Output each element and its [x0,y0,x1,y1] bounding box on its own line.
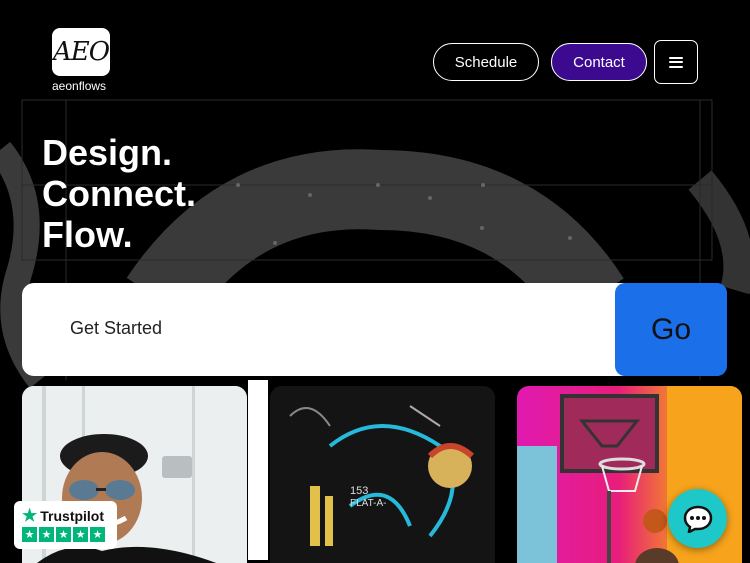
hero-line-3: Flow. [42,214,133,255]
svg-text:FLAT-A-: FLAT-A- [350,498,386,509]
card-graffiti[interactable]: 153 FLAT-A- [270,386,495,563]
rating-star-icon: ★ [22,527,37,542]
logo-mark-text: AEO [52,37,110,67]
get-started-bar[interactable]: Get Started Go [22,283,727,376]
hero-line-1: Design. [42,132,173,173]
hero-headline: Design. Connect. Flow. [42,132,196,255]
graffiti-photo: 153 FLAT-A- [270,386,495,563]
logo-mark: AEO [52,28,110,76]
rating-star-icon: ★ [56,527,71,542]
rating-star-icon: ★ [39,527,54,542]
chat-bubble-icon [683,505,712,533]
brand-logo[interactable]: AEO aeonflows [52,28,112,93]
go-button[interactable]: Go [615,283,727,376]
trustpilot-badge[interactable]: ★ Trustpilot ★ ★ ★ ★ ★ [14,501,117,549]
contact-button[interactable]: Contact [551,43,647,81]
hamburger-menu-icon [669,56,683,68]
rating-star-icon: ★ [73,527,88,542]
svg-text:153: 153 [350,485,368,497]
trustpilot-rating-stars: ★ ★ ★ ★ ★ [22,527,109,542]
hero-line-2: Connect. [42,173,197,214]
chat-button[interactable] [668,489,727,548]
trustpilot-star-icon: ★ [22,506,38,525]
rating-star-icon: ★ [90,527,105,542]
brand-name: aeonflows [52,79,107,93]
get-started-label: Get Started [70,318,163,338]
menu-button[interactable] [654,40,698,84]
schedule-button[interactable]: Schedule [433,43,539,81]
trustpilot-label: Trustpilot [40,507,105,524]
